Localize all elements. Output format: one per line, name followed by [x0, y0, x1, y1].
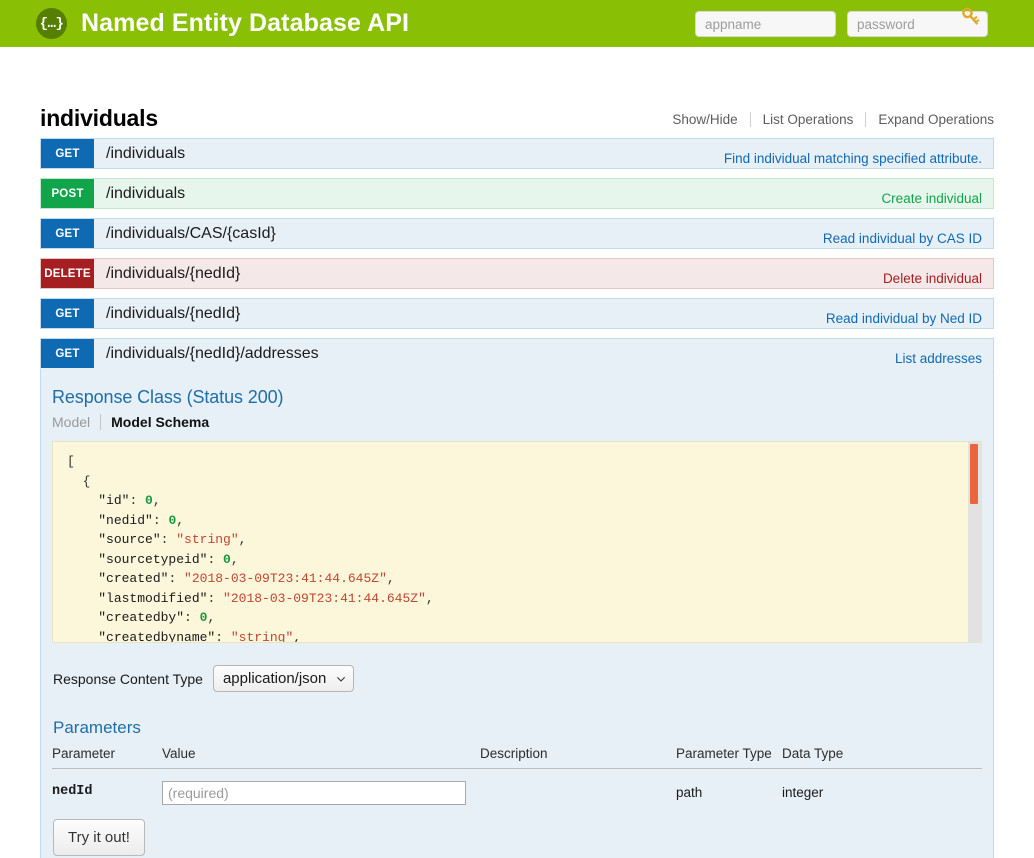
app-title: Named Entity Database API	[81, 9, 410, 37]
response-content-type-select-wrap: application/json	[212, 665, 354, 692]
resource-options: Show/Hide List Operations Expand Operati…	[672, 112, 994, 130]
method-badge: GET	[41, 139, 94, 168]
operation-summary[interactable]: Read individual by CAS ID	[823, 219, 993, 248]
operation-path[interactable]: /individuals/{nedId}	[94, 299, 826, 328]
tab-model[interactable]: Model	[52, 414, 100, 430]
submit-row: Try it out!	[52, 805, 982, 858]
operation-row[interactable]: POST /individuals Create individual	[40, 178, 994, 209]
password-field-wrap	[847, 7, 988, 37]
parameter-value-input[interactable]	[162, 781, 466, 805]
method-badge: GET	[41, 219, 94, 248]
logo-glyph: {…}	[39, 15, 64, 32]
method-badge: GET	[41, 339, 94, 368]
column-header-value: Value	[162, 746, 480, 769]
operation-path[interactable]: /individuals/{nedId}/addresses	[94, 339, 895, 368]
operation-path[interactable]: /individuals	[94, 139, 724, 168]
parameter-type: path	[676, 785, 703, 800]
appname-input[interactable]	[695, 11, 836, 37]
password-input[interactable]	[847, 11, 988, 37]
response-content-type-row: Response Content Type application/json	[52, 665, 982, 692]
resource-individuals: individuals Show/Hide List Operations Ex…	[40, 107, 994, 858]
operation-row[interactable]: DELETE /individuals/{nedId} Delete indiv…	[40, 258, 994, 289]
operation-row[interactable]: GET /individuals Find individual matchin…	[40, 138, 994, 169]
parameters-heading: Parameters	[53, 718, 141, 737]
operation-row[interactable]: GET /individuals/{nedId} Read individual…	[40, 298, 994, 329]
expand-operations-link[interactable]: Expand Operations	[866, 112, 994, 127]
column-header-parameter: Parameter	[52, 746, 162, 769]
response-content-type-label: Response Content Type	[53, 670, 203, 687]
parameter-description	[480, 769, 676, 806]
response-class-heading: Response Class (Status 200)	[52, 387, 284, 407]
operation-summary[interactable]: List addresses	[895, 339, 993, 368]
model-tabs: Model Model Schema	[52, 414, 982, 430]
operation-detail-inner: Response Class (Status 200) Model Model …	[41, 387, 993, 858]
column-header-parameter-type: Parameter Type	[676, 746, 782, 769]
response-content-type-select[interactable]: application/json	[212, 665, 354, 692]
code-scrollbar-thumb[interactable]	[970, 444, 978, 504]
operation-path[interactable]: /individuals	[94, 179, 881, 208]
operation-summary[interactable]: Create individual	[881, 179, 993, 208]
show-hide-link[interactable]: Show/Hide	[672, 112, 749, 127]
page-title: individuals	[40, 105, 158, 131]
method-badge: GET	[41, 299, 94, 328]
parameters-table: Parameter Value Description Parameter Ty…	[52, 746, 982, 805]
operation-detail-panel: Response Class (Status 200) Model Model …	[40, 369, 994, 858]
resource-header: individuals Show/Hide List Operations Ex…	[40, 107, 994, 138]
auth-controls	[695, 7, 988, 37]
operation-path[interactable]: /individuals/{nedId}	[94, 259, 883, 288]
operation-summary[interactable]: Read individual by Ned ID	[826, 299, 993, 328]
parameter-data-type: integer	[782, 785, 824, 800]
parameters-table-body: nedId path integer	[52, 769, 982, 806]
parameter-name: nedId	[52, 784, 93, 799]
model-schema-code-block: [ { "id": 0, "nedid": 0, "source": "stri…	[52, 441, 982, 643]
column-header-description: Description	[480, 746, 676, 769]
column-header-data-type: Data Type	[782, 746, 982, 769]
operation-path[interactable]: /individuals/CAS/{casId}	[94, 219, 823, 248]
try-it-out-button[interactable]: Try it out!	[53, 819, 145, 856]
tab-model-schema[interactable]: Model Schema	[100, 414, 209, 430]
page-body: individuals Show/Hide List Operations Ex…	[0, 107, 1034, 858]
code-scrollbar-track[interactable]	[968, 442, 981, 642]
operation-summary[interactable]: Delete individual	[883, 259, 993, 288]
braces-logo-icon: {…}	[36, 8, 67, 39]
app-header: {…} Named Entity Database API	[0, 0, 1034, 47]
operation-summary[interactable]: Find individual matching specified attri…	[724, 139, 993, 168]
operation-row[interactable]: GET /individuals/CAS/{casId} Read indivi…	[40, 218, 994, 249]
table-row: nedId path integer	[52, 769, 982, 806]
method-badge: DELETE	[41, 259, 94, 288]
parameter-value-cell	[162, 769, 480, 805]
operation-row-expanded[interactable]: GET /individuals/{nedId}/addresses List …	[40, 338, 994, 369]
list-operations-link[interactable]: List Operations	[751, 112, 866, 127]
model-schema-code[interactable]: [ { "id": 0, "nedid": 0, "source": "stri…	[67, 452, 981, 642]
table-header-row: Parameter Value Description Parameter Ty…	[52, 746, 982, 769]
method-badge: POST	[41, 179, 94, 208]
parameters-table-head: Parameter Value Description Parameter Ty…	[52, 746, 982, 769]
